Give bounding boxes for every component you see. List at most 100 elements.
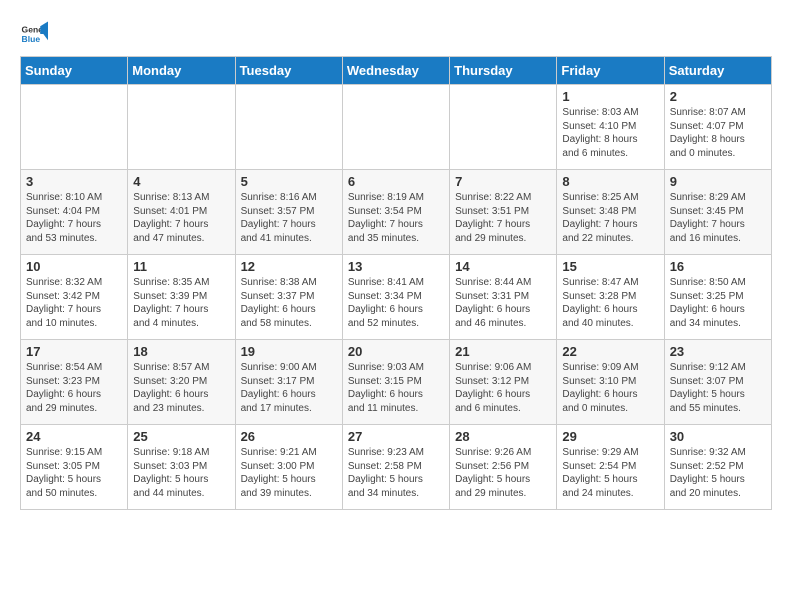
day-info: Sunrise: 8:38 AM [241, 276, 337, 290]
header: General Blue [20, 16, 772, 48]
day-info: and 35 minutes. [348, 232, 444, 246]
day-info: Daylight: 7 hours [133, 303, 229, 317]
day-info: Daylight: 7 hours [26, 218, 122, 232]
day-number: 30 [670, 429, 766, 444]
day-number: 5 [241, 174, 337, 189]
weekday-header-tuesday: Tuesday [235, 57, 342, 85]
day-info: Daylight: 6 hours [455, 388, 551, 402]
day-info: Sunrise: 8:07 AM [670, 106, 766, 120]
day-info: Sunset: 3:42 PM [26, 290, 122, 304]
calendar-cell: 20Sunrise: 9:03 AMSunset: 3:15 PMDayligh… [342, 340, 449, 425]
day-info: Daylight: 5 hours [670, 473, 766, 487]
day-info: Daylight: 7 hours [133, 218, 229, 232]
day-info: and 40 minutes. [562, 317, 658, 331]
day-info: and 6 minutes. [455, 402, 551, 416]
calendar-cell: 11Sunrise: 8:35 AMSunset: 3:39 PMDayligh… [128, 255, 235, 340]
day-info: Sunset: 3:03 PM [133, 460, 229, 474]
day-info: Sunrise: 9:32 AM [670, 446, 766, 460]
day-info: and 29 minutes. [455, 232, 551, 246]
svg-text:Blue: Blue [22, 34, 41, 44]
calendar-cell: 7Sunrise: 8:22 AMSunset: 3:51 PMDaylight… [450, 170, 557, 255]
day-info: Sunset: 4:10 PM [562, 120, 658, 134]
day-info: and 34 minutes. [348, 487, 444, 501]
day-info: Sunset: 2:58 PM [348, 460, 444, 474]
day-info: Sunrise: 8:16 AM [241, 191, 337, 205]
day-info: Sunrise: 8:54 AM [26, 361, 122, 375]
day-info: Daylight: 6 hours [348, 303, 444, 317]
day-info: Sunrise: 8:10 AM [26, 191, 122, 205]
day-number: 20 [348, 344, 444, 359]
day-info: Sunset: 3:20 PM [133, 375, 229, 389]
day-info: Sunrise: 8:32 AM [26, 276, 122, 290]
day-info: Sunrise: 8:35 AM [133, 276, 229, 290]
day-info: Daylight: 5 hours [26, 473, 122, 487]
day-info: Sunset: 3:25 PM [670, 290, 766, 304]
day-info: Sunset: 3:05 PM [26, 460, 122, 474]
day-info: Sunset: 2:56 PM [455, 460, 551, 474]
calendar-week-4: 24Sunrise: 9:15 AMSunset: 3:05 PMDayligh… [21, 425, 772, 510]
day-number: 11 [133, 259, 229, 274]
day-info: and 44 minutes. [133, 487, 229, 501]
day-number: 4 [133, 174, 229, 189]
day-number: 9 [670, 174, 766, 189]
day-info: Sunrise: 8:44 AM [455, 276, 551, 290]
day-number: 29 [562, 429, 658, 444]
day-info: Daylight: 6 hours [26, 388, 122, 402]
calendar-cell: 23Sunrise: 9:12 AMSunset: 3:07 PMDayligh… [664, 340, 771, 425]
day-info: Daylight: 7 hours [455, 218, 551, 232]
calendar-cell: 25Sunrise: 9:18 AMSunset: 3:03 PMDayligh… [128, 425, 235, 510]
day-info: Daylight: 7 hours [670, 218, 766, 232]
day-info: Sunset: 4:01 PM [133, 205, 229, 219]
day-info: Sunset: 3:34 PM [348, 290, 444, 304]
day-info: Daylight: 6 hours [562, 303, 658, 317]
day-number: 6 [348, 174, 444, 189]
day-info: Sunrise: 8:13 AM [133, 191, 229, 205]
day-info: Sunrise: 9:29 AM [562, 446, 658, 460]
calendar-cell: 6Sunrise: 8:19 AMSunset: 3:54 PMDaylight… [342, 170, 449, 255]
weekday-header-thursday: Thursday [450, 57, 557, 85]
calendar-cell: 2Sunrise: 8:07 AMSunset: 4:07 PMDaylight… [664, 85, 771, 170]
calendar-cell: 24Sunrise: 9:15 AMSunset: 3:05 PMDayligh… [21, 425, 128, 510]
day-info: Sunrise: 8:03 AM [562, 106, 658, 120]
day-info: Daylight: 5 hours [348, 473, 444, 487]
calendar-week-0: 1Sunrise: 8:03 AMSunset: 4:10 PMDaylight… [21, 85, 772, 170]
calendar-cell: 30Sunrise: 9:32 AMSunset: 2:52 PMDayligh… [664, 425, 771, 510]
calendar-cell: 12Sunrise: 8:38 AMSunset: 3:37 PMDayligh… [235, 255, 342, 340]
day-info: Daylight: 7 hours [241, 218, 337, 232]
day-info: and 50 minutes. [26, 487, 122, 501]
day-info: Sunset: 3:12 PM [455, 375, 551, 389]
day-info: Daylight: 6 hours [670, 303, 766, 317]
day-info: Daylight: 7 hours [562, 218, 658, 232]
day-info: Daylight: 5 hours [241, 473, 337, 487]
day-info: and 58 minutes. [241, 317, 337, 331]
day-info: Sunrise: 9:06 AM [455, 361, 551, 375]
day-number: 12 [241, 259, 337, 274]
day-info: and 34 minutes. [670, 317, 766, 331]
day-info: Daylight: 6 hours [348, 388, 444, 402]
day-info: Sunrise: 8:50 AM [670, 276, 766, 290]
weekday-header-wednesday: Wednesday [342, 57, 449, 85]
day-info: Sunrise: 8:19 AM [348, 191, 444, 205]
day-number: 25 [133, 429, 229, 444]
day-info: Sunset: 3:31 PM [455, 290, 551, 304]
calendar-cell: 16Sunrise: 8:50 AMSunset: 3:25 PMDayligh… [664, 255, 771, 340]
day-number: 7 [455, 174, 551, 189]
calendar-cell: 5Sunrise: 8:16 AMSunset: 3:57 PMDaylight… [235, 170, 342, 255]
calendar-cell: 8Sunrise: 8:25 AMSunset: 3:48 PMDaylight… [557, 170, 664, 255]
calendar-cell [450, 85, 557, 170]
day-number: 26 [241, 429, 337, 444]
day-info: and 53 minutes. [26, 232, 122, 246]
calendar-cell: 27Sunrise: 9:23 AMSunset: 2:58 PMDayligh… [342, 425, 449, 510]
day-info: Sunrise: 9:00 AM [241, 361, 337, 375]
day-info: and 20 minutes. [670, 487, 766, 501]
day-info: Sunrise: 8:29 AM [670, 191, 766, 205]
day-number: 27 [348, 429, 444, 444]
day-info: and 29 minutes. [26, 402, 122, 416]
calendar-cell [21, 85, 128, 170]
day-number: 24 [26, 429, 122, 444]
calendar-cell: 9 Sunrise: 8:29 AMSunset: 3:45 PMDaylight… [664, 170, 771, 255]
calendar-cell [235, 85, 342, 170]
calendar-cell: 3Sunrise: 8:10 AMSunset: 4:04 PMDaylight… [21, 170, 128, 255]
day-info: Sunset: 3:45 PM [670, 205, 766, 219]
calendar-week-2: 10Sunrise: 8:32 AMSunset: 3:42 PMDayligh… [21, 255, 772, 340]
